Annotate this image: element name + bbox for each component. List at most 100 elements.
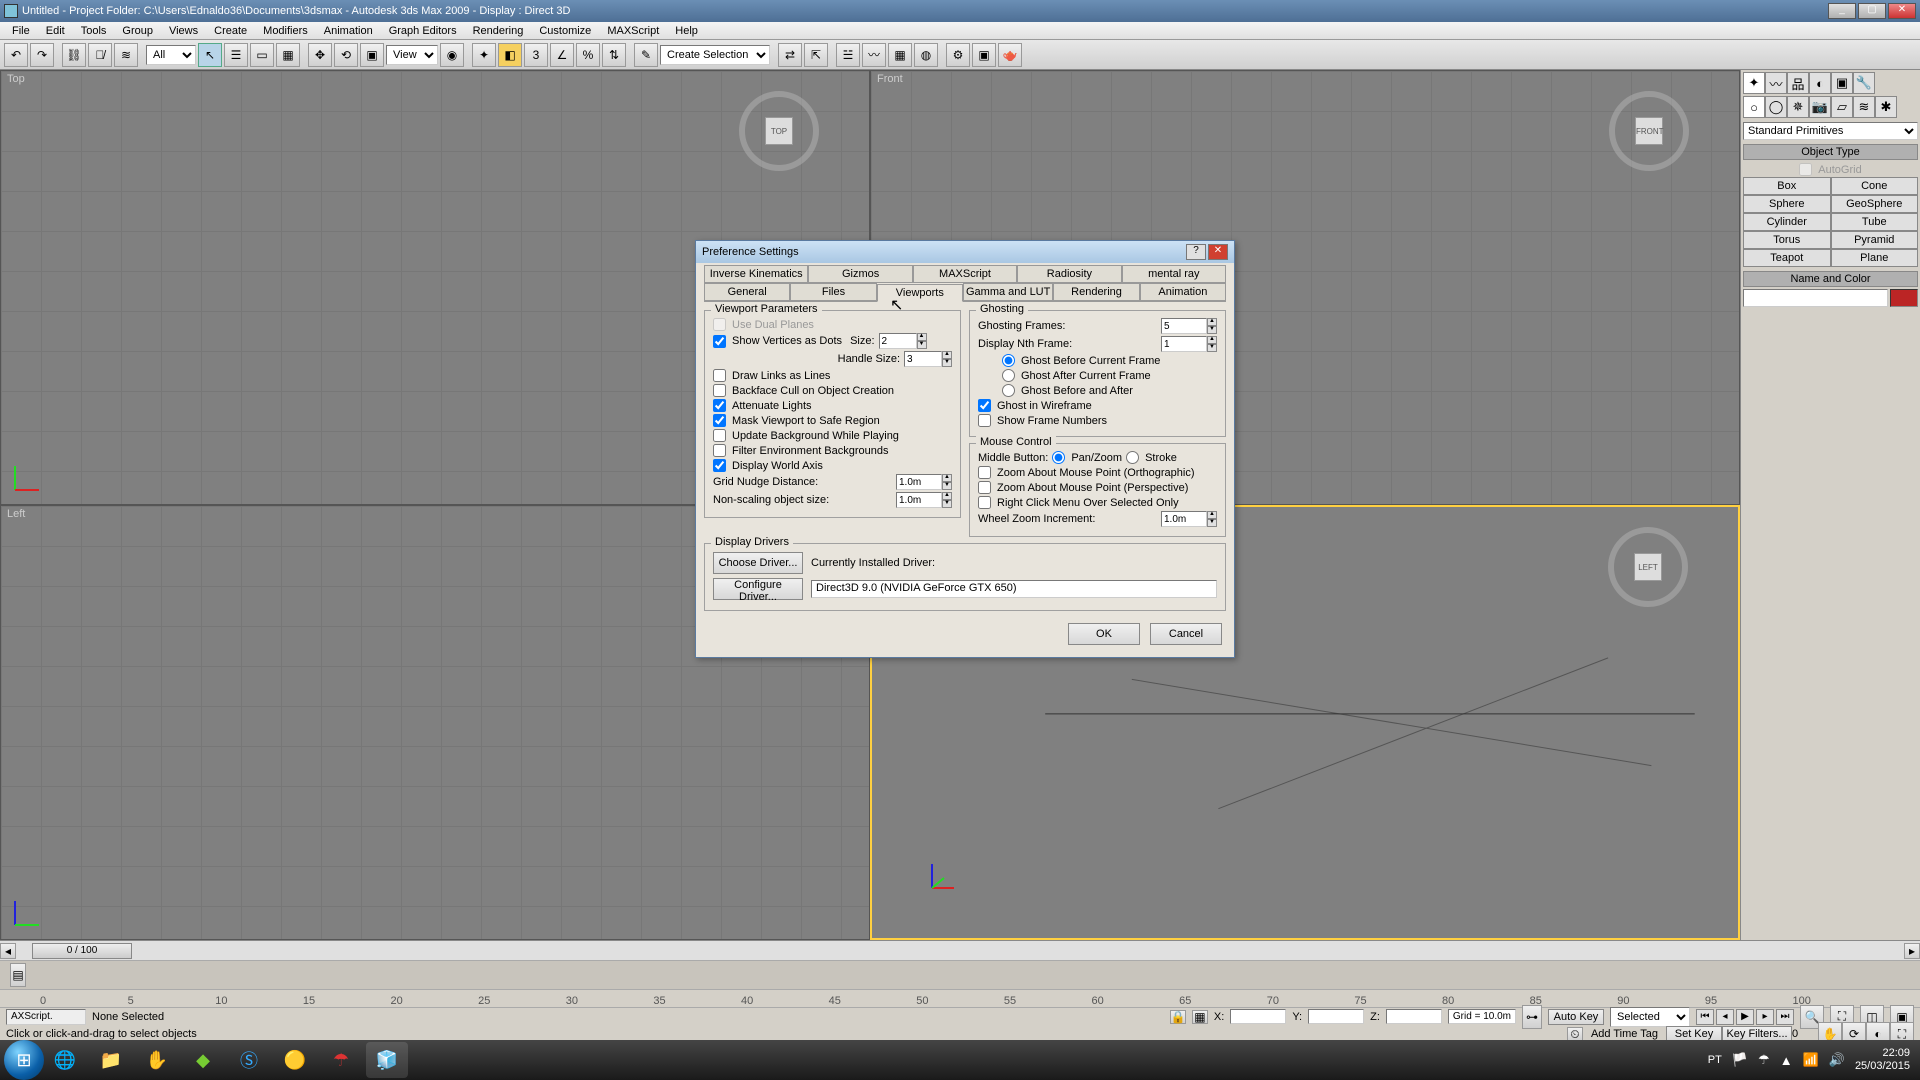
track-bar[interactable]: ▤ <box>0 961 1920 989</box>
zoom-persp-checkbox[interactable] <box>978 481 991 494</box>
redo-button[interactable]: ↷ <box>30 43 54 67</box>
pref-tab-inverse-kinematics[interactable]: Inverse Kinematics <box>704 265 808 283</box>
primitive-category-dropdown[interactable]: Standard Primitives <box>1743 122 1918 140</box>
mask-safe-region-checkbox[interactable] <box>713 414 726 427</box>
dot-size-spinner[interactable]: ▲▼ <box>879 333 927 349</box>
time-slider-prev[interactable]: ◂ <box>0 943 16 959</box>
modify-tab[interactable]: 〰 <box>1765 72 1787 94</box>
goto-end-button[interactable]: ⏭ <box>1776 1009 1794 1025</box>
lock-selection-button[interactable]: 🔒 <box>1170 1010 1186 1024</box>
ghost-after-radio[interactable] <box>1002 369 1015 382</box>
utilities-tab[interactable]: 🔧 <box>1853 72 1875 94</box>
pref-tab-gamma-and-lut[interactable]: Gamma and LUT <box>963 283 1053 301</box>
ghost-nth-spinner[interactable]: ▲▼ <box>1161 336 1217 352</box>
cameras-subtab[interactable]: 📷 <box>1809 96 1831 118</box>
viewcube-persp[interactable]: LEFT <box>1608 527 1688 607</box>
manipulate-button[interactable]: ✦ <box>472 43 496 67</box>
show-frame-numbers-checkbox[interactable] <box>978 414 991 427</box>
helpers-subtab[interactable]: ▱ <box>1831 96 1853 118</box>
prev-frame-button[interactable]: ◂ <box>1716 1009 1734 1025</box>
ghost-wireframe-checkbox[interactable] <box>978 399 991 412</box>
pref-tab-gizmos[interactable]: Gizmos <box>808 265 912 283</box>
color-swatch[interactable] <box>1890 289 1918 307</box>
percent-snap-button[interactable]: % <box>576 43 600 67</box>
grid-nudge-spinner[interactable]: ▲▼ <box>896 474 952 490</box>
draw-links-checkbox[interactable] <box>713 369 726 382</box>
rendered-frame-button[interactable]: ▣ <box>972 43 996 67</box>
nonscale-spinner[interactable]: ▲▼ <box>896 492 952 508</box>
shapes-subtab[interactable]: ◯ <box>1765 96 1787 118</box>
named-selection-dropdown[interactable]: Create Selection Set <box>660 45 770 65</box>
zoom-ortho-checkbox[interactable] <box>978 466 991 479</box>
menu-maxscript[interactable]: MAXScript <box>599 23 667 39</box>
move-button[interactable]: ✥ <box>308 43 332 67</box>
pref-tab-general[interactable]: General <box>704 283 790 301</box>
menu-group[interactable]: Group <box>114 23 161 39</box>
cancel-button[interactable]: Cancel <box>1150 623 1222 645</box>
system-clock[interactable]: 22:09 25/03/2015 <box>1855 1047 1916 1073</box>
snap-toggle-button[interactable]: 3 <box>524 43 548 67</box>
menu-views[interactable]: Views <box>161 23 206 39</box>
rotate-button[interactable]: ⟲ <box>334 43 358 67</box>
menu-file[interactable]: File <box>4 23 38 39</box>
named-sel-edit-button[interactable]: ✎ <box>634 43 658 67</box>
ghost-frames-spinner[interactable]: ▲▼ <box>1161 318 1217 334</box>
y-field[interactable] <box>1308 1009 1364 1024</box>
schematic-view-button[interactable]: ▦ <box>888 43 912 67</box>
choose-driver-button[interactable]: Choose Driver... <box>713 552 803 574</box>
create-tube-button[interactable]: Tube <box>1831 213 1919 231</box>
next-frame-button[interactable]: ▸ <box>1756 1009 1774 1025</box>
lights-subtab[interactable]: ✵ <box>1787 96 1809 118</box>
menu-help[interactable]: Help <box>667 23 706 39</box>
task-avira[interactable]: ☂ <box>320 1042 362 1078</box>
pref-tab-mental-ray[interactable]: mental ray <box>1122 265 1226 283</box>
minimize-button[interactable]: _ <box>1828 3 1856 19</box>
tray-flag-icon[interactable]: 🏳️ <box>1732 1052 1748 1068</box>
viewcube-front[interactable]: FRONT <box>1609 91 1689 171</box>
pref-tab-files[interactable]: Files <box>790 283 876 301</box>
scale-button[interactable]: ▣ <box>360 43 384 67</box>
menu-animation[interactable]: Animation <box>316 23 381 39</box>
current-frame-field[interactable]: 0 <box>1792 1028 1818 1040</box>
lang-indicator[interactable]: PT <box>1708 1054 1722 1066</box>
selection-filter-dropdown[interactable]: All <box>146 45 196 65</box>
render-setup-button[interactable]: ⚙ <box>946 43 970 67</box>
select-object-button[interactable]: ↖ <box>198 43 222 67</box>
task-3dsmax[interactable]: 🧊 <box>366 1042 408 1078</box>
angle-snap-button[interactable]: ∠ <box>550 43 574 67</box>
key-mode-icon[interactable]: ⊶ <box>1522 1005 1542 1029</box>
stroke-radio[interactable] <box>1126 451 1139 464</box>
dialog-titlebar[interactable]: Preference Settings ? ✕ <box>696 241 1234 263</box>
unlink-button[interactable]: ⛓̸ <box>88 43 112 67</box>
object-type-rollout[interactable]: Object Type <box>1743 144 1918 160</box>
panzoom-radio[interactable] <box>1052 451 1065 464</box>
timeconfig-icon[interactable]: ⏲ <box>1567 1027 1583 1041</box>
create-cylinder-button[interactable]: Cylinder <box>1743 213 1831 231</box>
filter-env-checkbox[interactable] <box>713 444 726 457</box>
select-by-name-button[interactable]: ☰ <box>224 43 248 67</box>
align-button[interactable]: ⇱ <box>804 43 828 67</box>
task-skype[interactable]: Ⓢ <box>228 1042 270 1078</box>
name-color-rollout[interactable]: Name and Color <box>1743 271 1918 287</box>
mirror-button[interactable]: ⇄ <box>778 43 802 67</box>
material-editor-button[interactable]: ◍ <box>914 43 938 67</box>
motion-tab[interactable]: ◐ <box>1809 72 1831 94</box>
ref-coord-dropdown[interactable]: View <box>386 45 438 65</box>
maxscript-mini[interactable]: AXScript. <box>6 1009 86 1025</box>
systems-subtab[interactable]: ✱ <box>1875 96 1897 118</box>
create-plane-button[interactable]: Plane <box>1831 249 1919 267</box>
configure-driver-button[interactable]: Configure Driver... <box>713 578 803 600</box>
z-field[interactable] <box>1386 1009 1442 1024</box>
dialog-help-button[interactable]: ? <box>1186 244 1206 260</box>
vertices-dots-checkbox[interactable] <box>713 335 726 348</box>
tray-network-icon[interactable]: 📶 <box>1803 1052 1819 1068</box>
abs-rel-button[interactable]: ▦ <box>1192 1010 1208 1024</box>
layer-manager-button[interactable]: ☱ <box>836 43 860 67</box>
tray-av-icon[interactable]: ☂ <box>1758 1052 1770 1068</box>
pref-tab-animation[interactable]: Animation <box>1140 283 1226 301</box>
window-crossing-button[interactable]: ▦ <box>276 43 300 67</box>
display-tab[interactable]: ▣ <box>1831 72 1853 94</box>
pivot-center-button[interactable]: ◉ <box>440 43 464 67</box>
pref-tab-maxscript[interactable]: MAXScript <box>913 265 1017 283</box>
time-slider-handle[interactable]: 0 / 100 <box>32 943 132 959</box>
